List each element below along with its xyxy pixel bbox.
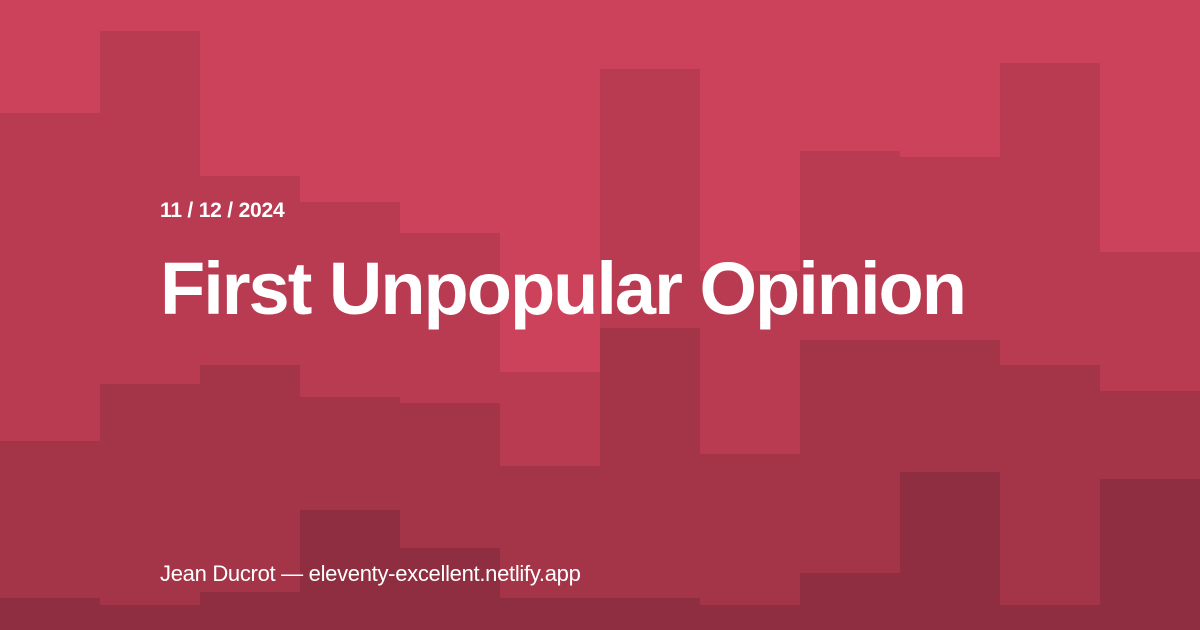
bg-bar-tier2-col3 (200, 365, 300, 630)
post-title: First Unpopular Opinion (160, 247, 967, 330)
bg-bar-tier3-col3 (200, 592, 300, 630)
bg-bar-tier3-col8 (700, 605, 800, 630)
bg-bar-tier2-col7 (600, 328, 700, 630)
bg-bar-tier3-col2 (100, 605, 200, 630)
author-site-footer: Jean Ducrot — eleventy-excellent.netlify… (160, 561, 581, 586)
post-date: 11 / 12 / 2024 (160, 199, 285, 222)
bg-bar-tier3-col1 (0, 598, 100, 630)
bg-bar-tier3-col9 (800, 573, 900, 630)
bg-bar-tier3-col7 (600, 598, 700, 630)
bg-bar-tier2-col8 (700, 454, 800, 630)
bg-bar-tier3-col10 (900, 472, 1000, 630)
bg-bar-tier3-col11 (1000, 605, 1100, 630)
social-card: 11 / 12 / 2024 First Unpopular Opinion J… (0, 0, 1200, 630)
bg-bar-tier2-col2 (100, 384, 200, 630)
bg-bar-tier3-col6 (500, 598, 600, 630)
bg-bar-tier3-col12 (1100, 479, 1200, 630)
bg-bar-tier2-col11 (1000, 365, 1100, 630)
